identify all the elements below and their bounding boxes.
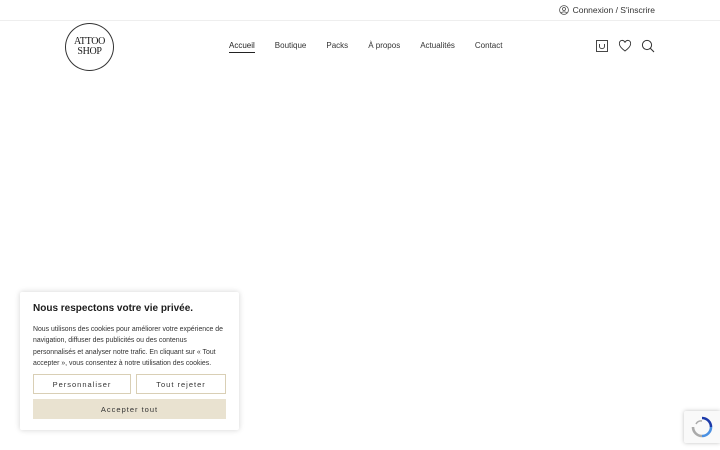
search-icon[interactable] (641, 39, 655, 53)
nav-item-actualites[interactable]: Actualités (420, 41, 455, 53)
cookie-title: Nous respectons votre vie privée. (33, 303, 194, 314)
user-circle-icon (558, 5, 569, 15)
site-logo[interactable]: ATTOO SHOP (65, 23, 114, 71)
cookie-description: Nous utilisons des cookies pour améliore… (33, 326, 223, 367)
top-bar: Connexion / S'inscrire (0, 0, 720, 21)
accept-all-button[interactable]: Accepter tout (33, 399, 226, 419)
nav-item-boutique[interactable]: Boutique (275, 41, 307, 53)
heart-icon[interactable] (618, 39, 632, 53)
nav-item-a-propos[interactable]: À propos (368, 41, 400, 53)
main-nav: Accueil Boutique Packs À propos Actualit… (229, 41, 522, 53)
cookie-secondary-actions: Personnaliser Tout rejeter (33, 374, 226, 394)
reject-all-button[interactable]: Tout rejeter (136, 374, 226, 394)
logo-text-bottom: SHOP (77, 46, 102, 57)
account-link[interactable]: Connexion / S'inscrire (558, 5, 655, 15)
nav-item-contact[interactable]: Contact (475, 41, 503, 53)
customize-button[interactable]: Personnaliser (33, 374, 131, 394)
site-header: ATTOO SHOP Accueil Boutique Packs À prop… (0, 21, 720, 71)
cart-icon[interactable] (595, 39, 609, 53)
nav-item-packs[interactable]: Packs (326, 41, 348, 53)
cookie-banner: Nous respectons votre vie privée. Nous u… (20, 292, 239, 430)
nav-item-accueil[interactable]: Accueil (229, 41, 255, 53)
recaptcha-icon (691, 416, 713, 438)
recaptcha-badge[interactable] (684, 411, 720, 443)
account-link-label: Connexion / S'inscrire (572, 5, 655, 15)
header-tools (595, 39, 655, 53)
